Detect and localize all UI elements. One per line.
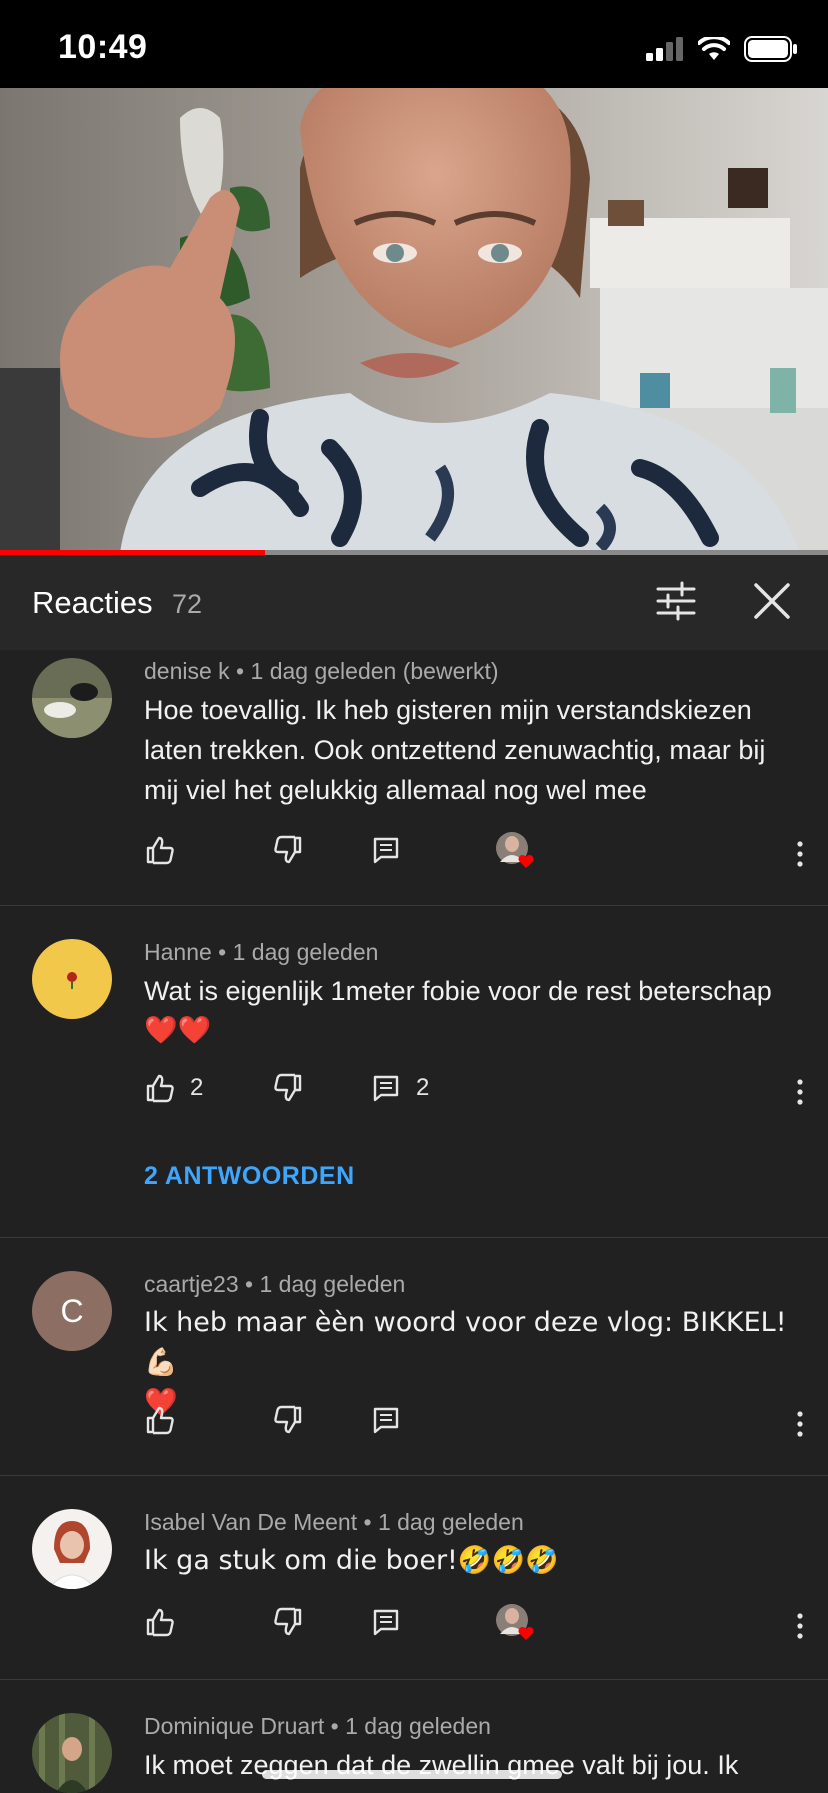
comment-time: 1 dag geleden [345,1713,491,1739]
battery-icon [744,36,797,62]
comment-text-line: Ik ga stuk om die boer!🤣🤣🤣 [144,1545,559,1576]
comment-author[interactable]: Isabel Van De Meent [144,1509,357,1535]
comment-time: 1 dag geleden (bewerkt) [250,658,499,684]
comment-author[interactable]: caartje23 [144,1271,239,1297]
creator-heart-icon [496,1604,534,1640]
dislike-button[interactable] [272,1606,304,1638]
creator-heart-icon [496,832,534,868]
comment-text-line: Hoe toevallig. Ik heb gisteren mijn vers… [144,695,752,725]
comment-meta: Dominique Druart • 1 dag geleden [144,1713,491,1739]
more-vert-icon[interactable] [784,1076,816,1108]
comment-actions [144,1404,804,1444]
reply-button[interactable] [370,834,402,866]
like-button[interactable] [144,834,176,866]
comments-count: 72 [172,589,203,619]
comment-actions [144,1604,804,1646]
home-indicator [262,1770,562,1779]
thumbs-up-icon [146,1074,174,1103]
sort-filter-icon[interactable] [652,577,700,625]
close-icon[interactable] [748,577,796,625]
avatar[interactable]: C [32,1271,112,1351]
comment-meta: caartje23 • 1 dag geleden [144,1271,406,1297]
like-count: 2 [190,1074,204,1101]
thumbs-down-icon [274,835,302,864]
comment-author[interactable]: Hanne [144,939,212,965]
comment-item: C caartje23 • 1 dag geleden Ik heb maar … [0,1238,828,1476]
dislike-button[interactable] [272,1404,304,1436]
thumbs-up-icon [146,836,174,865]
avatar[interactable] [32,1509,112,1589]
comments-title: Reacties [32,585,153,620]
comment-icon [373,1407,399,1434]
comment-text-line: Ik heb maar èèn woord voor deze vlog: BI… [144,1307,787,1378]
comment-actions: 2 2 [144,1072,804,1112]
more-vert-icon[interactable] [784,838,816,870]
video-frame [0,88,828,553]
reply-count: 2 [416,1074,430,1101]
avatar[interactable] [32,1713,112,1793]
comment-item: Hanne • 1 dag geleden Wat is eigenlijk 1… [0,906,828,1238]
comment-text: Wat is eigenlijk 1meter fobie voor de re… [144,971,804,1051]
more-vert-icon[interactable] [784,1408,816,1440]
cellular-signal-icon [646,37,683,61]
status-bar: 10:49 [0,0,828,88]
like-button[interactable] [144,1606,176,1638]
thumbs-up-icon [146,1608,174,1637]
comment-meta: Isabel Van De Meent • 1 dag geleden [144,1509,524,1535]
comment-text: Hoe toevallig. Ik heb gisteren mijn vers… [144,690,804,810]
reply-button[interactable]: 2 [370,1072,429,1104]
avatar-letter: C [60,1292,84,1329]
comment-meta: denise k • 1 dag geleden (bewerkt) [144,658,499,684]
reply-button[interactable] [370,1606,402,1638]
comment-text: Ik moet zeggen dat de zwellin gmee valt … [144,1745,804,1785]
view-replies-link[interactable]: 2 ANTWOORDEN [144,1162,355,1191]
comment-icon [373,1609,399,1636]
comment-item: Isabel Van De Meent • 1 dag geleden Ik g… [0,1476,828,1680]
comment-text-line: laten trekken. Ook ontzettend zenuwachti… [144,735,766,765]
more-vert-icon[interactable] [784,1610,816,1642]
thumbs-down-icon [274,1073,302,1102]
reply-button[interactable] [370,1404,402,1436]
comment-text: Ik ga stuk om die boer!🤣🤣🤣 [144,1541,804,1581]
creator-heart [494,1602,536,1644]
comment-time: 1 dag geleden [377,1509,524,1535]
comment-meta: Hanne • 1 dag geleden [144,939,379,965]
comment-time: 1 dag geleden [232,939,379,965]
status-time: 10:49 [58,28,148,66]
creator-heart [494,830,536,872]
comment-author[interactable]: denise k [144,658,230,684]
video-player[interactable] [0,88,828,553]
comments-header: Reacties 72 [0,555,828,650]
like-button[interactable]: 2 [144,1072,203,1104]
avatar[interactable] [32,658,112,738]
comment-text-line: ❤️❤️ [144,1015,212,1046]
comment-text-line: mij viel het gelukkig allemaal nog wel m… [144,775,647,805]
dislike-button[interactable] [272,1072,304,1104]
dislike-button[interactable] [272,834,304,866]
comment-icon [373,1075,399,1102]
status-icons [646,36,798,62]
thumbs-down-icon [274,1405,302,1434]
comment-item: denise k • 1 dag geleden (bewerkt) Hoe t… [0,650,828,906]
comment-author[interactable]: Dominique Druart [144,1713,324,1739]
comment-actions [144,832,804,874]
thumbs-up-icon [146,1406,174,1435]
comment-text-line: Ik moet zeggen dat de zwellin gmee valt … [144,1750,739,1780]
like-button[interactable] [144,1404,176,1436]
thumbs-down-icon [274,1607,302,1636]
comment-time: 1 dag geleden [259,1271,406,1297]
comment-text-line: Wat is eigenlijk 1meter fobie voor de re… [144,976,772,1006]
comment-icon [373,837,399,864]
wifi-icon [698,37,730,60]
avatar[interactable] [32,939,112,1019]
